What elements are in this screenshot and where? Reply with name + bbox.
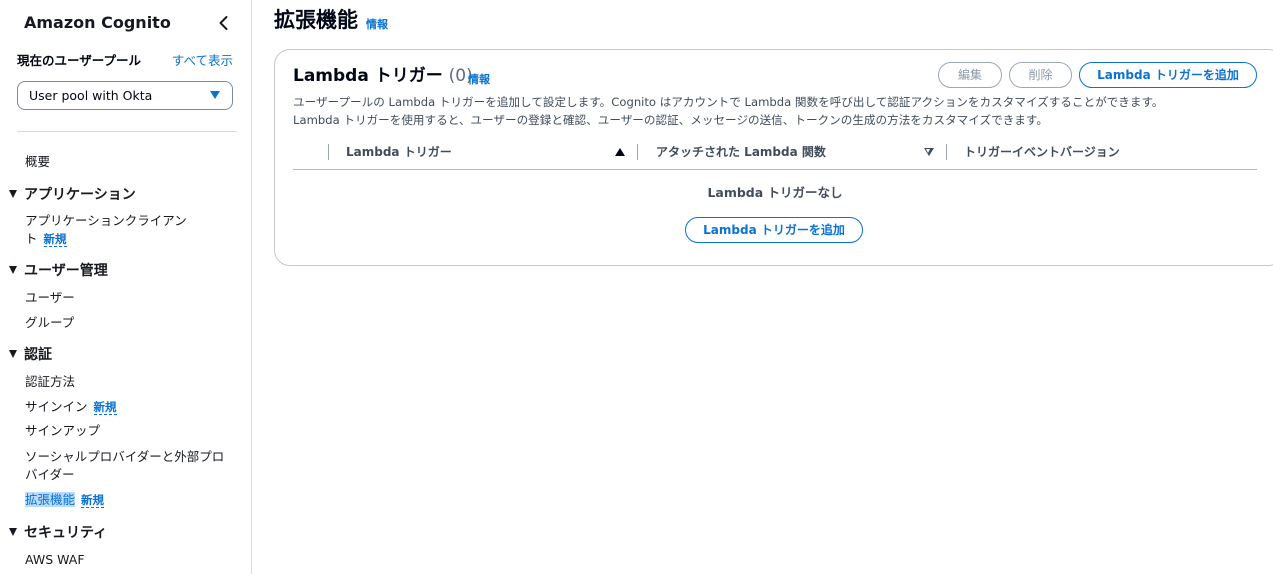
- column-separator: [328, 144, 329, 160]
- sidebar-section-auth[interactable]: 認証: [9, 345, 52, 365]
- section-label: ユーザー管理: [24, 263, 108, 279]
- sidebar-item-social-providers[interactable]: ソーシャルプロバイダーと外部プロ バイダー: [25, 448, 224, 484]
- lambda-triggers-panel: Lambda トリガー (0) 情報 編集 削除 Lambda トリガーを追加 …: [274, 49, 1273, 266]
- sort-ascending-icon[interactable]: [615, 148, 625, 156]
- sidebar-item-overview[interactable]: 概要: [25, 153, 50, 171]
- empty-state-add-button[interactable]: Lambda トリガーを追加: [685, 217, 863, 243]
- chevron-left-icon[interactable]: [214, 13, 234, 33]
- sidebar-item-label: サインイン: [25, 399, 88, 414]
- panel-description: ユーザープールの Lambda トリガーを追加して設定します。Cognito は…: [293, 93, 1263, 129]
- sidebar-section-user-management[interactable]: ユーザー管理: [9, 261, 108, 281]
- sidebar-section-security[interactable]: セキュリティ: [9, 523, 107, 543]
- new-badge: 新規: [81, 493, 105, 508]
- page-title: 拡張機能: [274, 8, 358, 32]
- triangle-down-icon: [9, 266, 17, 274]
- show-all-link[interactable]: すべて表示: [172, 50, 233, 69]
- sidebar-item-signup[interactable]: サインアップ: [25, 422, 100, 440]
- side-navigation: Amazon Cognito 現在のユーザープール すべて表示 User poo…: [0, 0, 252, 574]
- panel-title: Lambda トリガー (0): [293, 64, 473, 88]
- selected-pool-value: User pool with Okta: [29, 88, 153, 103]
- sidebar-item-label: 拡張機能: [25, 492, 76, 507]
- sidebar-item-extensions[interactable]: 拡張機能 新規: [25, 491, 105, 509]
- sidebar-item-auth-methods[interactable]: 認証方法: [25, 373, 75, 391]
- delete-button[interactable]: 削除: [1009, 62, 1072, 88]
- sidebar-item-label: アプリケーションクライアン: [25, 213, 187, 228]
- sidebar-item-label: バイダー: [25, 467, 75, 482]
- section-label: セキュリティ: [24, 525, 108, 541]
- column-separator[interactable]: [946, 144, 947, 160]
- sort-descending-icon[interactable]: [924, 148, 934, 156]
- table-header: Lambda トリガー アタッチされた Lambda 関数 トリガーイベントバー…: [293, 142, 1257, 170]
- sidebar-header: Amazon Cognito: [24, 12, 234, 34]
- user-pool-select[interactable]: User pool with Okta: [17, 81, 233, 110]
- sidebar-item-signin[interactable]: サインイン 新規: [25, 398, 117, 416]
- sidebar-section-applications[interactable]: アプリケーション: [9, 185, 136, 205]
- sidebar-title[interactable]: Amazon Cognito: [24, 12, 234, 34]
- column-header-attached-function[interactable]: アタッチされた Lambda 関数: [656, 142, 826, 162]
- sidebar-item-groups[interactable]: グループ: [25, 314, 74, 332]
- new-badge: 新規: [93, 400, 117, 415]
- triangle-down-icon: [9, 528, 17, 536]
- edit-button[interactable]: 編集: [938, 62, 1002, 88]
- sidebar-divider: [17, 131, 237, 132]
- new-badge: 新規: [43, 232, 67, 247]
- sidebar-item-app-clients[interactable]: アプリケーションクライアン ト新規: [25, 212, 187, 248]
- panel-info-link[interactable]: 情報: [468, 71, 490, 87]
- description-line: Lambda トリガーを使用すると、ユーザーの登録と確認、ユーザーの認証、メッセ…: [293, 113, 1048, 127]
- add-lambda-trigger-button[interactable]: Lambda トリガーを追加: [1079, 62, 1257, 88]
- caret-down-icon: [210, 91, 220, 99]
- current-pool-label: 現在のユーザープール: [17, 53, 142, 68]
- triangle-down-icon: [9, 350, 17, 358]
- panel-title-text: Lambda トリガー: [293, 66, 443, 86]
- sidebar-item-aws-waf[interactable]: AWS WAF: [25, 551, 85, 569]
- sidebar-item-label: ト: [25, 231, 38, 246]
- section-label: 認証: [24, 347, 52, 363]
- sidebar-item-users[interactable]: ユーザー: [25, 289, 75, 307]
- description-line: ユーザープールの Lambda トリガーを追加して設定します。Cognito は…: [293, 95, 1164, 109]
- page-info-link[interactable]: 情報: [366, 16, 388, 32]
- current-pool-row: 現在のユーザープール すべて表示: [17, 50, 233, 70]
- empty-state-text: Lambda トリガーなし: [707, 185, 843, 200]
- section-label: アプリケーション: [24, 187, 136, 203]
- column-header-lambda-trigger[interactable]: Lambda トリガー: [346, 142, 452, 162]
- sidebar-item-label: ソーシャルプロバイダーと外部プロ: [25, 449, 225, 464]
- column-header-event-version[interactable]: トリガーイベントバージョン: [964, 142, 1120, 162]
- triangle-down-icon: [9, 190, 17, 198]
- column-separator[interactable]: [637, 144, 638, 160]
